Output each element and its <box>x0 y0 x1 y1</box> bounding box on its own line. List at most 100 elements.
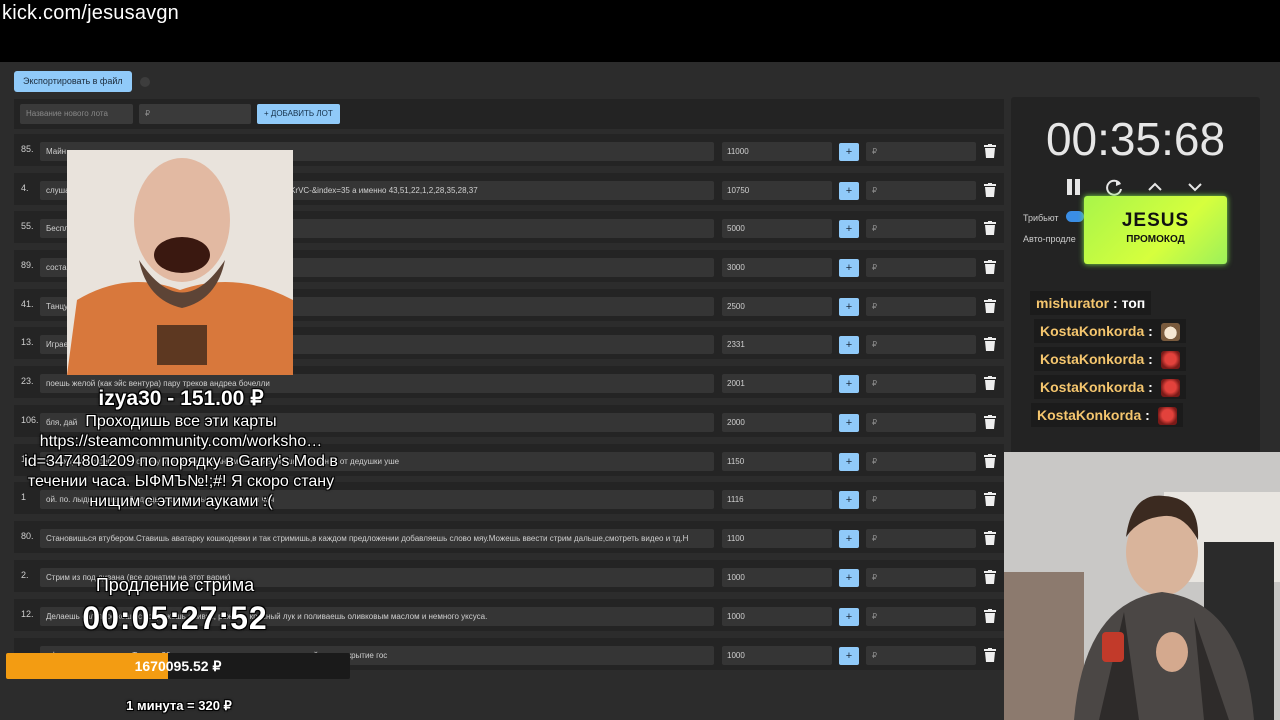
add-amount-button[interactable]: + <box>839 647 859 665</box>
trash-icon[interactable] <box>984 531 996 545</box>
chat-message: mishurator : топ <box>1030 291 1152 315</box>
lot-add-input[interactable]: ₽ <box>866 258 976 277</box>
trash-icon[interactable] <box>984 144 996 158</box>
add-amount-button[interactable]: + <box>839 530 859 548</box>
lot-number: 80. <box>21 531 34 541</box>
lot-amount-field[interactable]: 2331 <box>722 335 832 354</box>
pause-icon[interactable] <box>1064 176 1084 198</box>
lot-add-input[interactable]: ₽ <box>866 374 976 393</box>
cat-emote-icon <box>1160 323 1180 342</box>
lot-add-input[interactable]: ₽ <box>866 181 976 200</box>
extension-label: Продление стрима <box>95 575 255 595</box>
lot-add-input[interactable]: ₽ <box>866 452 976 471</box>
chat-username: mishurator <box>1036 295 1110 311</box>
add-amount-button[interactable]: + <box>839 220 859 238</box>
add-lot-button[interactable]: + ДОБАВИТЬ ЛОТ <box>257 104 340 124</box>
chevron-up-icon[interactable] <box>1145 176 1165 198</box>
chat-message: KostaKonkorda : <box>1034 347 1186 371</box>
lot-add-input[interactable]: ₽ <box>866 142 976 161</box>
trash-icon[interactable] <box>984 609 996 623</box>
chat-separator: : <box>1144 323 1157 339</box>
chat-message: KostaKonkorda : <box>1034 375 1186 399</box>
chat-separator: : <box>1141 407 1154 423</box>
auto-extend-label: Авто-продле <box>1023 234 1076 244</box>
lot-amount-field[interactable]: 1000 <box>722 568 832 587</box>
chat-separator: : <box>1144 351 1157 367</box>
trash-icon[interactable] <box>984 183 996 197</box>
add-amount-button[interactable]: + <box>839 375 859 393</box>
trash-icon[interactable] <box>984 376 996 390</box>
status-dot <box>140 77 150 87</box>
chat-message: KostaKonkorda : <box>1034 319 1186 343</box>
add-amount-button[interactable]: + <box>839 608 859 626</box>
lot-add-input[interactable]: ₽ <box>866 297 976 316</box>
add-amount-button[interactable]: + <box>839 453 859 471</box>
add-amount-button[interactable]: + <box>839 143 859 161</box>
trash-icon[interactable] <box>984 648 996 662</box>
lot-add-input[interactable]: ₽ <box>866 529 976 548</box>
lot-add-input[interactable]: ₽ <box>866 335 976 354</box>
chat-separator: : <box>1109 295 1122 311</box>
add-amount-button[interactable]: + <box>839 259 859 277</box>
promo-subtitle: ПРОМОКОД <box>1126 234 1185 245</box>
trash-icon[interactable] <box>984 221 996 235</box>
lot-add-input[interactable]: ₽ <box>866 490 976 509</box>
chat-username: KostaKonkorda <box>1037 407 1142 423</box>
add-amount-button[interactable]: + <box>839 569 859 587</box>
chat-username: KostaKonkorda <box>1040 351 1145 367</box>
add-amount-button[interactable]: + <box>839 298 859 316</box>
lot-amount-field[interactable]: 1000 <box>722 607 832 626</box>
mask-emote-icon <box>1157 407 1177 426</box>
lot-add-input[interactable]: ₽ <box>866 568 976 587</box>
channel-url: kick.com/jesusavgn <box>2 2 179 24</box>
lot-number: 55. <box>21 221 34 231</box>
trash-icon[interactable] <box>984 492 996 506</box>
lot-number: 89. <box>21 260 34 270</box>
chat-text: топ <box>1121 295 1146 311</box>
add-amount-button[interactable]: + <box>839 414 859 432</box>
trash-icon[interactable] <box>984 570 996 584</box>
lot-number: 85. <box>21 144 34 154</box>
donation-image <box>67 150 293 375</box>
trash-icon[interactable] <box>984 454 996 468</box>
add-amount-button[interactable]: + <box>839 336 859 354</box>
lot-amount-field[interactable]: 2001 <box>722 374 832 393</box>
new-lot-name-input[interactable]: Название нового лота <box>20 104 133 124</box>
export-button[interactable]: Экспортировать в файл <box>14 71 132 92</box>
chat-username: KostaKonkorda <box>1040 379 1145 395</box>
lot-add-input[interactable]: ₽ <box>866 607 976 626</box>
mask-emote-icon <box>1160 379 1180 398</box>
lot-amount-field[interactable]: 10750 <box>722 181 832 200</box>
lot-add-input[interactable]: ₽ <box>866 413 976 432</box>
trash-icon[interactable] <box>984 299 996 313</box>
trash-icon[interactable] <box>984 415 996 429</box>
lot-number: 4. <box>21 183 29 193</box>
tribute-toggle[interactable] <box>1066 211 1084 222</box>
lot-amount-field[interactable]: 11000 <box>722 142 832 161</box>
streamer-webcam <box>1004 452 1280 720</box>
lot-add-input[interactable]: ₽ <box>866 219 976 238</box>
lot-amount-field[interactable]: 1150 <box>722 452 832 471</box>
lot-amount-field[interactable]: 2000 <box>722 413 832 432</box>
lot-amount-field[interactable]: 3000 <box>722 258 832 277</box>
lot-amount-field[interactable]: 2500 <box>722 297 832 316</box>
donation-total: 1670095.52 ₽ <box>134 658 222 674</box>
lot-number: 13. <box>21 337 34 347</box>
mask-emote-icon <box>1160 351 1180 370</box>
extension-timer: 00:05:27:52 <box>82 600 268 636</box>
reset-icon[interactable] <box>1104 176 1124 198</box>
lot-amount-field[interactable]: 5000 <box>722 219 832 238</box>
trash-icon[interactable] <box>984 260 996 274</box>
lot-amount-field[interactable]: 1100 <box>722 529 832 548</box>
chat-separator: : <box>1144 379 1157 395</box>
lot-amount-field[interactable]: 1116 <box>722 490 832 509</box>
lot-title-field[interactable]: Становишься втубером.Ставишь аватарку ко… <box>40 529 714 548</box>
trash-icon[interactable] <box>984 337 996 351</box>
lot-add-input[interactable]: ₽ <box>866 646 976 665</box>
new-lot-price-input[interactable]: ₽ <box>139 104 251 124</box>
add-amount-button[interactable]: + <box>839 182 859 200</box>
add-amount-button[interactable]: + <box>839 491 859 509</box>
donation-message: Проходишь все эти карты https://steamcom… <box>24 413 338 510</box>
lot-amount-field[interactable]: 1000 <box>722 646 832 665</box>
chevron-down-icon[interactable] <box>1185 176 1205 198</box>
